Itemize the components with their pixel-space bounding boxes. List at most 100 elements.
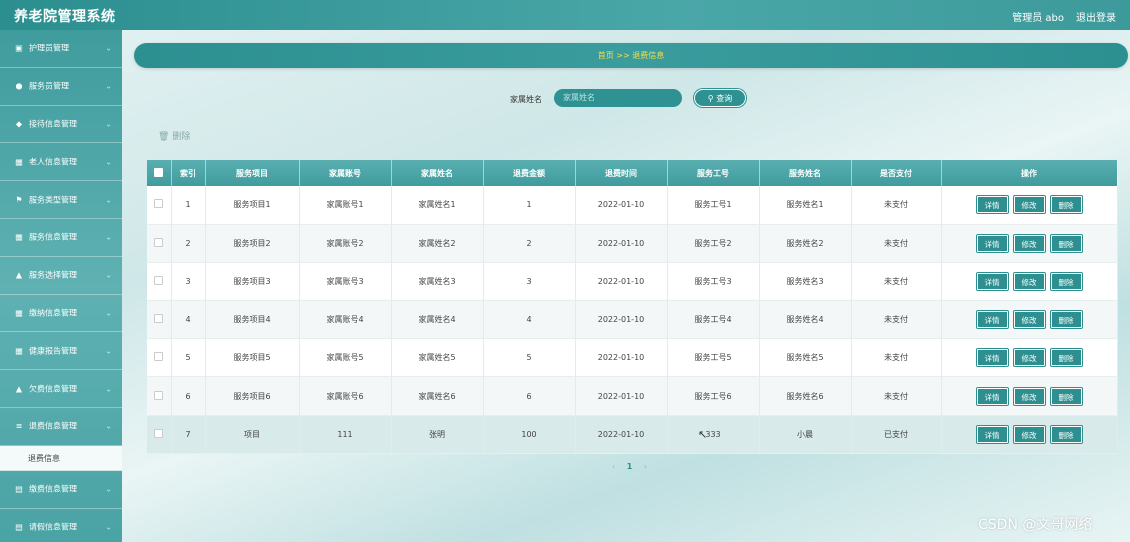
edit-button[interactable]: 修改 xyxy=(1013,234,1045,252)
menu-icon: ▤ xyxy=(15,484,23,494)
edit-button[interactable]: 修改 xyxy=(1013,425,1045,443)
detail-button[interactable]: 详情 xyxy=(976,272,1008,290)
table-cell: 家属姓名1 xyxy=(391,186,484,225)
search-button[interactable]: ⚲ 查询 xyxy=(694,89,746,107)
checkbox[interactable] xyxy=(154,167,164,177)
edit-button[interactable]: 修改 xyxy=(1013,387,1045,405)
detail-button[interactable]: 详情 xyxy=(976,311,1008,329)
row-checkbox[interactable] xyxy=(154,428,164,438)
row-checkbox-cell[interactable] xyxy=(147,224,172,263)
sidebar-item-label: 服务选择管理 xyxy=(29,270,77,280)
sidebar-item-label: 服务员管理 xyxy=(29,81,69,91)
table-cell: 服务工号6 xyxy=(667,376,760,416)
sidebar-item[interactable]: ▣ 护理员管理 ⌄ xyxy=(0,30,122,68)
search-icon: ⚲ xyxy=(707,94,714,103)
row-checkbox-cell[interactable] xyxy=(147,338,172,378)
table-cell: 张明 xyxy=(391,415,484,454)
sidebar-item-label: 健康报告管理 xyxy=(29,346,77,356)
table-cell: 家属姓名5 xyxy=(391,338,484,378)
table-cell: 5 xyxy=(171,338,206,378)
row-checkbox[interactable] xyxy=(154,314,164,324)
edit-button[interactable]: 修改 xyxy=(1013,311,1045,329)
table-cell: 2022-01-10 xyxy=(575,415,668,454)
column-header: 索引 xyxy=(171,160,206,186)
table-cell: 家属账号5 xyxy=(299,338,392,378)
logout-link[interactable]: 退出登录 xyxy=(1076,9,1116,24)
delete-button[interactable]: 删除 xyxy=(1050,387,1082,405)
row-checkbox[interactable] xyxy=(154,352,164,362)
sidebar-item[interactable]: ▲ 欠费信息管理 ⌄ xyxy=(0,370,122,408)
current-page[interactable]: 1 xyxy=(627,462,633,471)
column-header: 退费金额 xyxy=(483,160,576,186)
sidebar-item[interactable]: ▤ 缴费信息管理 ⌄ xyxy=(0,471,122,509)
sidebar-item[interactable]: ▲ 服务选择管理 ⌄ xyxy=(0,257,122,295)
sidebar-item[interactable]: ▦ 缴纳信息管理 ⌄ xyxy=(0,295,122,333)
sidebar-item[interactable]: ● 服务员管理 ⌄ xyxy=(0,68,122,106)
sidebar-item[interactable]: ▦ 服务信息管理 ⌄ xyxy=(0,219,122,257)
sidebar: ▣ 护理员管理 ⌄ ● 服务员管理 ⌄ ◆ 接待信息管理 ⌄ ▦ 老人信息管理 ⌄ ⚑ 服务类型管理 ⌄ ▦ 服… xyxy=(0,30,122,542)
edit-button[interactable]: 修改 xyxy=(1013,349,1045,367)
table-cell: 2022-01-10 xyxy=(575,300,668,340)
select-all-checkbox[interactable] xyxy=(147,160,172,186)
table-cell: 6 xyxy=(171,376,206,416)
row-checkbox[interactable] xyxy=(154,237,164,247)
chevron-icon: ⌄ xyxy=(105,119,112,129)
edit-button[interactable]: 修改 xyxy=(1013,196,1045,214)
sidebar-item[interactable]: ▦ 老人信息管理 ⌄ xyxy=(0,143,122,182)
sidebar-item-label: 缴费信息管理 xyxy=(29,484,77,494)
prev-page-button[interactable]: ‹ xyxy=(612,462,615,471)
current-user[interactable]: 管理员 abo xyxy=(1012,9,1064,24)
sidebar-item[interactable]: ▦ 健康报告管理 ⌄ xyxy=(0,332,122,371)
next-page-button[interactable]: › xyxy=(644,462,647,471)
sidebar-item[interactable]: ◆ 接待信息管理 ⌄ xyxy=(0,106,122,144)
refund-table: 索引 服务项目 家属账号 家属姓名 退费金额 退费时间 服务工号 服务姓名 是否支付 操作 1 服务… xyxy=(147,160,1118,454)
sidebar-item[interactable]: ⚑ 服务类型管理 ⌄ xyxy=(0,181,122,219)
search-label: 家属姓名 xyxy=(510,95,542,104)
delete-button[interactable]: 删除 xyxy=(1050,272,1082,290)
edit-button[interactable]: 修改 xyxy=(1013,272,1045,290)
detail-button[interactable]: 详情 xyxy=(976,387,1008,405)
sidebar-item[interactable]: ▤ 请假信息管理 ⌄ xyxy=(0,509,122,542)
detail-button[interactable]: 详情 xyxy=(976,425,1008,443)
sidebar-item-label: 欠费信息管理 xyxy=(29,384,77,394)
row-checkbox-cell[interactable] xyxy=(147,186,172,225)
row-checkbox-cell[interactable] xyxy=(147,415,172,454)
sidebar-item-label: 老人信息管理 xyxy=(29,157,77,167)
table-cell: 5 xyxy=(483,338,576,378)
row-checkbox[interactable] xyxy=(154,275,164,285)
row-checkbox[interactable] xyxy=(154,390,164,400)
table-row: 5 服务项目5 家属账号5 家属姓名5 5 2022-01-10 服务工号5 服务姓名5 未支付… xyxy=(147,338,1118,378)
detail-button[interactable]: 详情 xyxy=(976,234,1008,252)
delete-button[interactable]: 删除 xyxy=(1050,349,1082,367)
table-cell: 未支付 xyxy=(851,262,942,302)
delete-button[interactable]: 删除 xyxy=(1050,196,1082,214)
delete-button[interactable]: 删除 xyxy=(1050,311,1082,329)
delete-button[interactable]: 删除 xyxy=(1050,234,1082,252)
column-header: 操作 xyxy=(941,160,1118,186)
table-row: 6 服务项目6 家属账号6 家属姓名6 6 2022-01-10 服务工号6 服务姓名6 未支付… xyxy=(147,376,1118,416)
row-checkbox-cell[interactable] xyxy=(147,300,172,340)
row-checkbox-cell[interactable] xyxy=(147,376,172,416)
chevron-icon: ⌄ xyxy=(105,43,112,53)
delete-button[interactable]: 删除 xyxy=(1050,425,1082,443)
table-cell: 100 xyxy=(483,415,576,454)
row-checkbox-cell[interactable] xyxy=(147,262,172,302)
sidebar-item[interactable]: ≡ 退费信息管理 ⌄ xyxy=(0,408,122,446)
batch-delete-button[interactable]: 🗑 删除 xyxy=(158,129,190,142)
table-cell: 服务工号2 xyxy=(667,224,760,263)
sidebar-subitem-refund-info[interactable]: 退费信息 xyxy=(0,445,122,471)
table-cell: 家属账号2 xyxy=(299,224,392,263)
sidebar-item-label: 服务类型管理 xyxy=(29,195,77,205)
detail-button[interactable]: 详情 xyxy=(976,349,1008,367)
table-cell: 3 xyxy=(171,262,206,302)
table-cell: 未支付 xyxy=(851,338,942,378)
row-checkbox[interactable] xyxy=(154,199,164,209)
sidebar-item-label: 接待信息管理 xyxy=(29,119,77,129)
search-input[interactable]: 家属姓名 xyxy=(554,89,682,107)
table-cell: 家属姓名2 xyxy=(391,224,484,263)
detail-button[interactable]: 详情 xyxy=(976,196,1008,214)
table-cell: 服务姓名6 xyxy=(759,376,852,416)
chevron-icon: ⌄ xyxy=(105,346,112,356)
table-row: 2 服务项目2 家属账号2 家属姓名2 2 2022-01-10 服务工号2 服务姓名2 未支付… xyxy=(147,224,1118,263)
column-header: 家属账号 xyxy=(299,160,392,186)
